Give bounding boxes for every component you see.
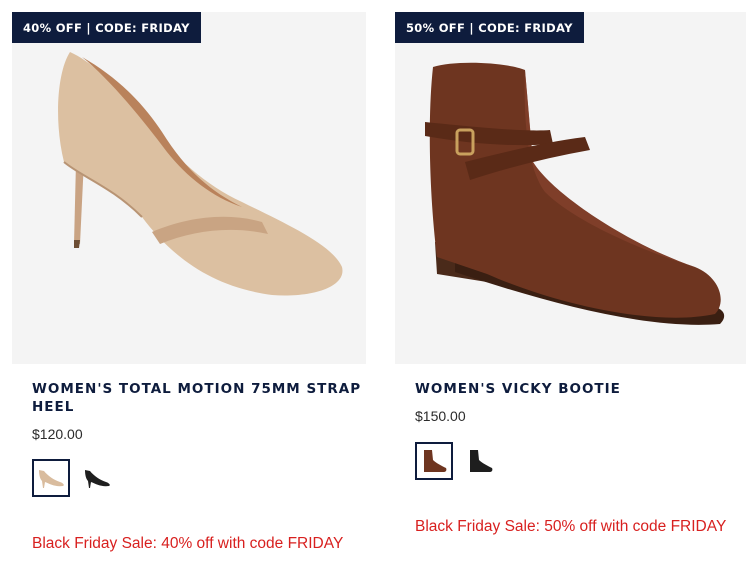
swatch-black[interactable] [78,459,116,497]
swatch-brown[interactable] [415,442,453,480]
product-title[interactable]: WOMEN'S VICKY BOOTIE [415,380,745,398]
product-card[interactable]: 40% OFF | CODE: FRIDAY WOMEN'S TOTAL MOT… [12,12,366,552]
discount-badge: 50% OFF | CODE: FRIDAY [395,12,584,43]
color-swatches [32,459,116,497]
product-image[interactable]: 50% OFF | CODE: FRIDAY [395,12,746,364]
black-heel-icon [85,470,110,488]
pump-heel-image [58,52,343,296]
brown-boot-icon [424,450,447,472]
product-card[interactable]: 50% OFF | CODE: FRIDAY WOMEN'S VICKY BOO… [395,12,746,535]
color-swatches [415,442,499,480]
swatch-black[interactable] [461,442,499,480]
swatch-nude[interactable] [32,459,70,497]
product-price: $150.00 [415,408,466,424]
product-price: $120.00 [32,426,83,442]
promo-text: Black Friday Sale: 50% off with code FRI… [415,518,727,535]
product-title[interactable]: WOMEN'S TOTAL MOTION 75MM STRAP HEEL [32,380,362,416]
discount-badge: 40% OFF | CODE: FRIDAY [12,12,201,43]
product-image[interactable]: 40% OFF | CODE: FRIDAY [12,12,366,364]
black-boot-icon [470,450,493,472]
ankle-boot-image [425,62,725,325]
nude-heel-icon [39,470,64,488]
promo-text: Black Friday Sale: 40% off with code FRI… [32,535,344,552]
